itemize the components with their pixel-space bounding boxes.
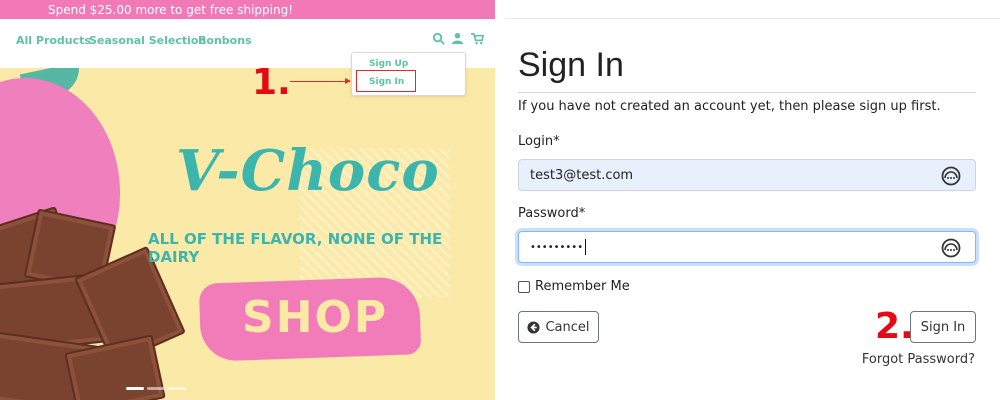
nav-bonbons[interactable]: Bonbons [198,34,252,47]
hero-subtitle: ALL OF THE FLAVOR, NONE OF THE DAIRY [148,230,443,266]
user-icon[interactable] [451,32,464,45]
remember-me-label[interactable]: Remember Me [535,279,630,294]
nav-seasonal-selection[interactable]: Seasonal Selection [89,34,206,47]
sign-in-highlight-box [356,70,416,92]
annotation-arrow [290,78,351,84]
forgot-password-link[interactable]: Forgot Password? [862,352,975,367]
page: Spend $25.00 more to get free shipping! … [0,0,1000,400]
page-title: Sign In [518,46,624,84]
promo-banner: Spend $25.00 more to get free shipping! [0,0,495,19]
slider-dot-active[interactable] [126,387,144,390]
search-icon[interactable] [432,32,445,45]
signin-instructions: If you have not created an account yet, … [518,99,941,114]
password-label: Password* [518,206,586,221]
arrow-left-circle-icon [527,320,541,334]
slider-dot[interactable] [168,387,186,390]
signin-panel: Sign In If you have not created an accou… [495,0,1000,400]
hero-banner[interactable]: V-Choco ALL OF THE FLAVOR, NONE OF THE D… [0,68,495,400]
step-two-label: 2. [875,306,914,347]
store-screenshot: Spend $25.00 more to get free shipping! … [0,0,495,400]
cancel-label: Cancel [545,319,590,335]
sign-in-button[interactable]: Sign In [910,311,976,343]
cart-icon[interactable] [471,32,484,45]
password-value: ••••••••• [530,241,584,253]
promo-text: Spend $25.00 more to get free shipping! [48,2,294,17]
password-manager-icon[interactable] [941,166,961,186]
password-manager-icon[interactable] [941,238,961,258]
divider [518,92,976,93]
login-field[interactable]: test3@test.com [518,159,976,191]
divider [505,18,1000,19]
cancel-button[interactable]: Cancel [518,311,599,343]
hero-title: V-Choco [176,138,440,204]
login-value: test3@test.com [530,167,634,183]
remember-me-checkbox[interactable] [518,281,530,293]
password-field[interactable]: ••••••••• [518,231,976,263]
login-label: Login* [518,134,560,149]
slider-dot[interactable] [147,387,165,390]
shop-button[interactable]: SHOP [242,292,388,343]
step-one-label: 1. [252,62,291,103]
sign-in-label: Sign In [920,319,966,335]
nav-all-products[interactable]: All Products [16,34,91,47]
dropdown-sign-up[interactable]: Sign Up [369,59,408,69]
text-caret [585,239,587,255]
